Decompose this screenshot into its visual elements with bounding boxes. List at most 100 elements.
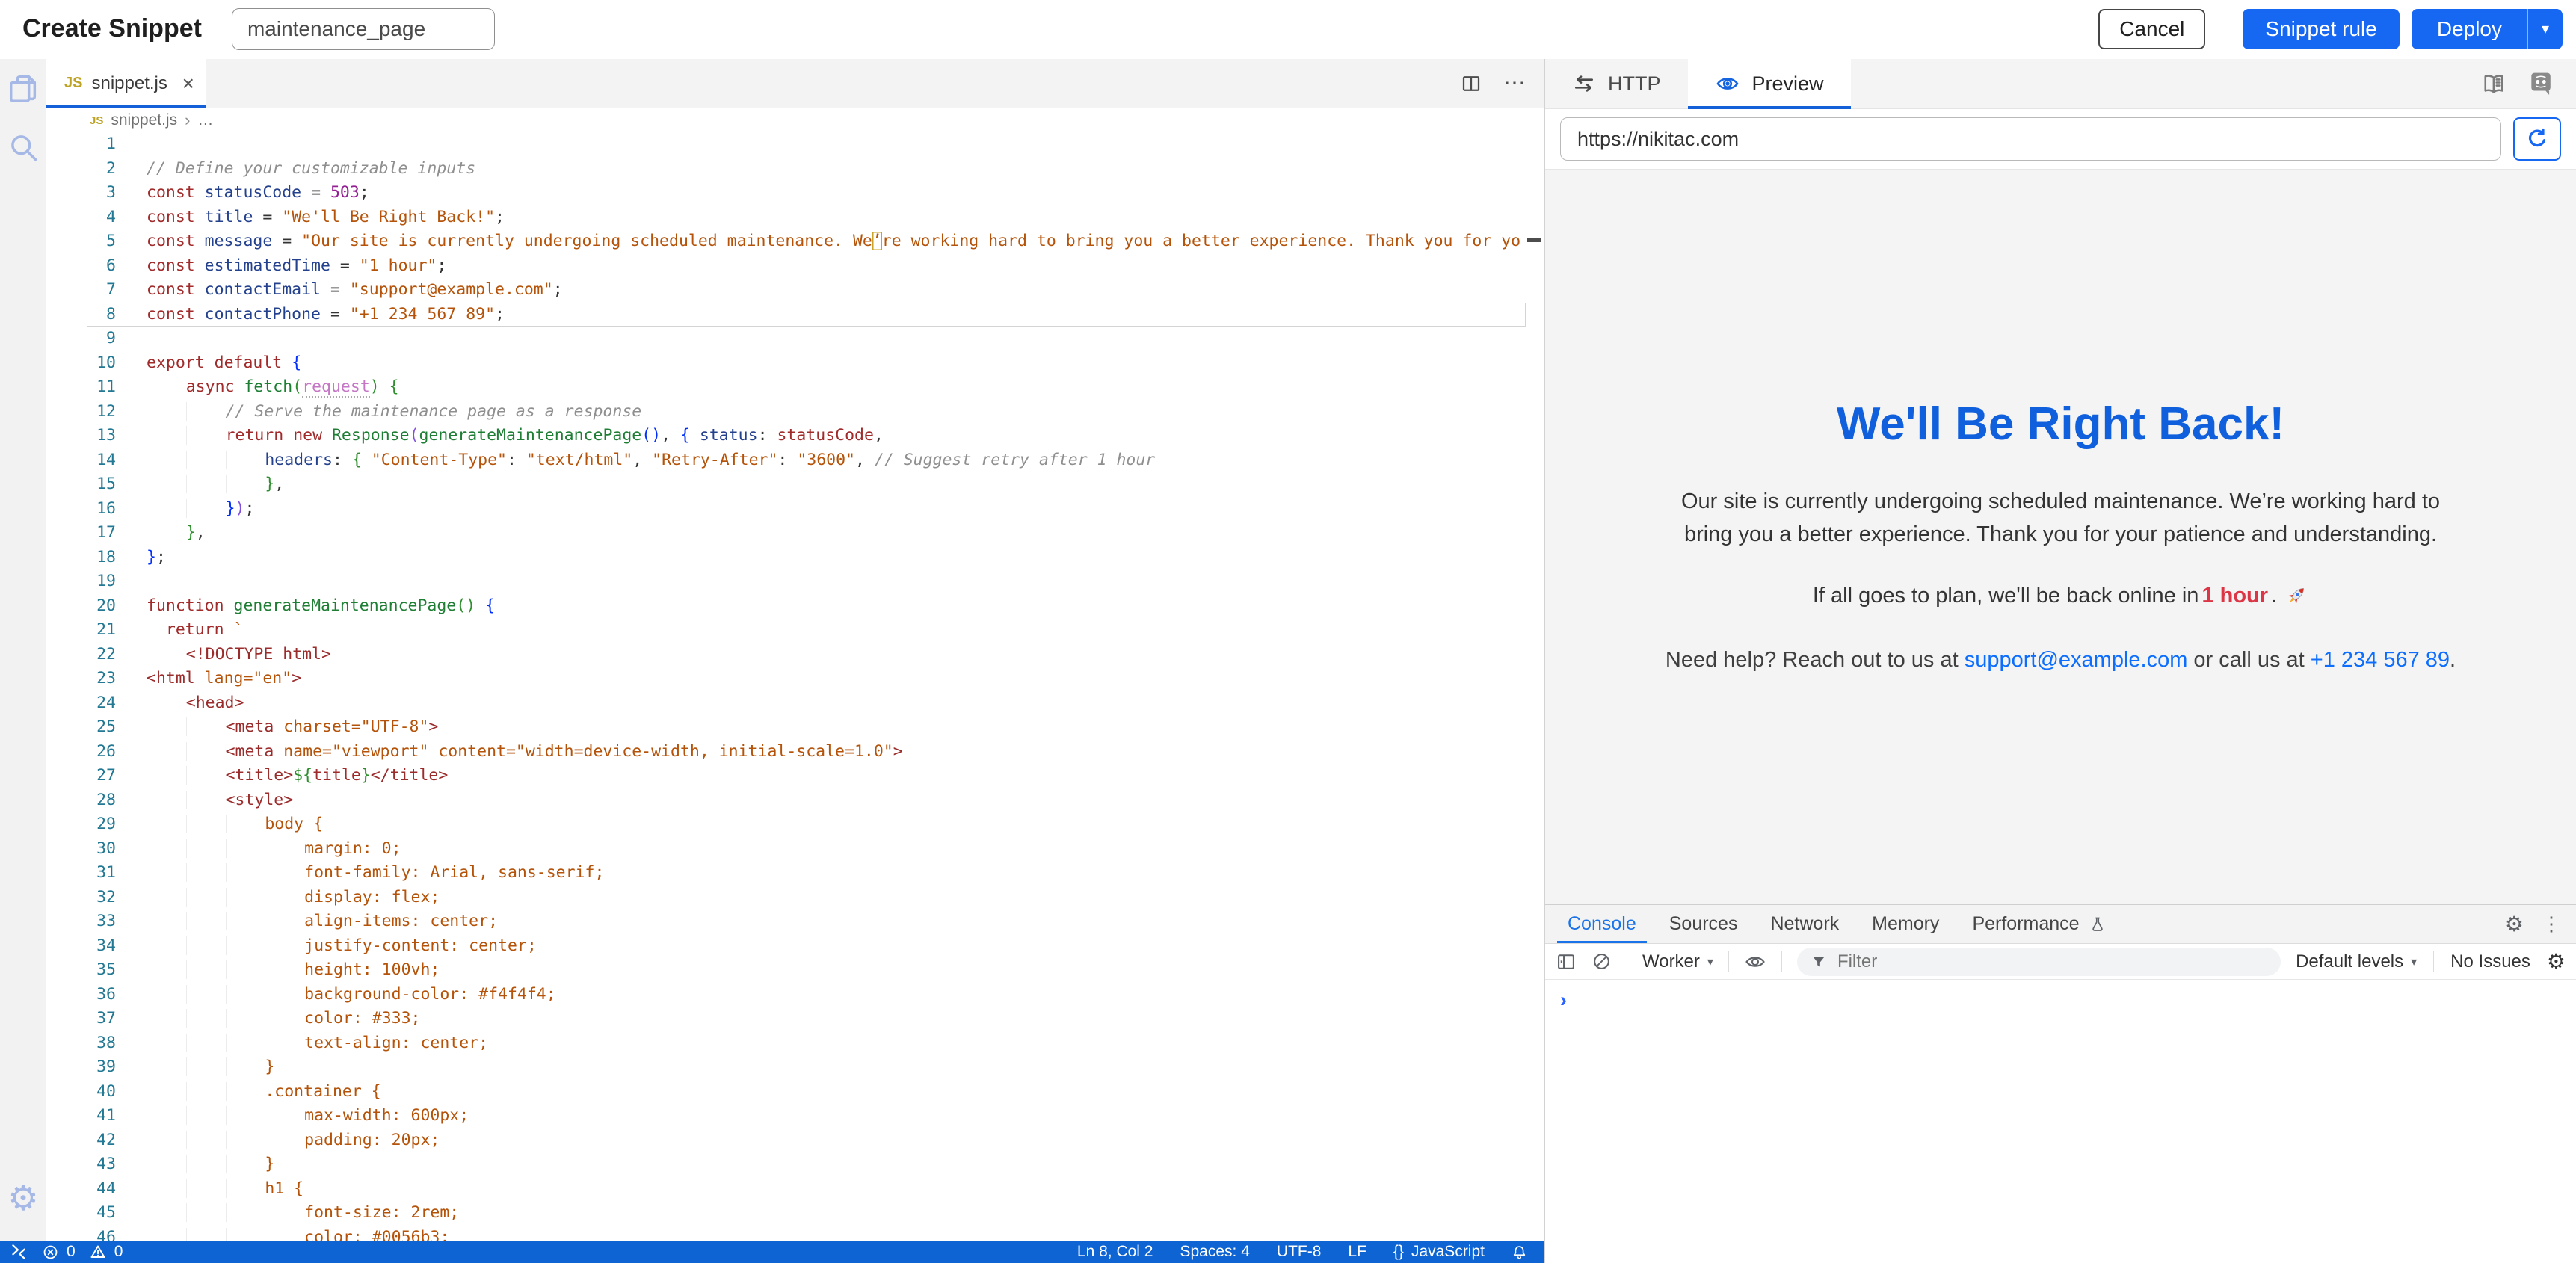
notifications-bell-icon[interactable] [1512, 1244, 1527, 1260]
code-line[interactable]: 36 background-color: #f4f4f4; [46, 983, 1544, 1007]
code-token [265, 1034, 304, 1052]
refresh-button[interactable] [2513, 117, 2561, 161]
breadcrumb-file[interactable]: snippet.js [111, 111, 177, 129]
code-line[interactable]: 29 body { [46, 812, 1544, 837]
code-line[interactable]: 23<html lang="en"> [46, 667, 1544, 691]
code-line[interactable]: 2// Define your customizable inputs [46, 157, 1544, 182]
devtools-settings-gear-icon[interactable]: ⚙ [2505, 914, 2524, 935]
code-line[interactable]: 32 display: flex; [46, 886, 1544, 910]
devtools-tab-sources[interactable]: Sources [1653, 905, 1754, 943]
code-line[interactable]: 15 }, [46, 472, 1544, 497]
code-line[interactable]: 10export default { [46, 351, 1544, 376]
tab-http[interactable]: HTTP [1545, 59, 1688, 108]
console-filter[interactable] [1797, 948, 2281, 976]
encoding[interactable]: UTF-8 [1277, 1243, 1322, 1261]
code-line[interactable]: 25 <meta charset="UTF-8"> [46, 715, 1544, 740]
code-line[interactable]: 3const statusCode = 503; [46, 181, 1544, 206]
indentation[interactable]: Spaces: 4 [1180, 1243, 1250, 1261]
code-line[interactable]: 1 [46, 132, 1544, 157]
code-line[interactable]: 40 .container { [46, 1080, 1544, 1105]
console-settings-gear-icon[interactable]: ⚙ [2547, 951, 2566, 972]
deploy-button[interactable]: Deploy [2412, 9, 2527, 49]
code-line[interactable]: 26 <meta name="viewport" content="width=… [46, 740, 1544, 765]
code-line[interactable]: 7const contactEmail = "support@example.c… [46, 278, 1544, 303]
files-icon[interactable] [0, 71, 46, 105]
code-line[interactable]: 12 // Serve the maintenance page as a re… [46, 400, 1544, 424]
eol-sequence[interactable]: LF [1348, 1243, 1366, 1261]
docs-book-icon[interactable] [2480, 70, 2507, 97]
code-line[interactable]: 45 font-size: 2rem; [46, 1201, 1544, 1226]
tab-snippet-js[interactable]: JS snippet.js × [46, 59, 206, 108]
issues-counter[interactable]: No Issues [2450, 951, 2530, 972]
search-icon[interactable] [0, 131, 46, 164]
code-line[interactable]: 6const estimatedTime = "1 hour"; [46, 254, 1544, 279]
code-line[interactable]: 31 font-family: Arial, sans-serif; [46, 861, 1544, 886]
code-line[interactable]: 13 return new Response(generateMaintenan… [46, 424, 1544, 448]
discord-chat-icon[interactable] [2527, 70, 2555, 98]
code-token [186, 1203, 226, 1222]
devtools-menu-kebab-icon[interactable]: ⋮ [2542, 912, 2561, 936]
snippet-rule-button[interactable]: Snippet rule [2243, 9, 2399, 49]
code-line[interactable]: 11 async fetch(request) { [46, 375, 1544, 400]
code-line[interactable]: 43 } [46, 1152, 1544, 1177]
phone-link[interactable]: +1 234 567 89 [2311, 648, 2450, 672]
filter-input[interactable] [1836, 951, 2267, 973]
code-line[interactable]: 37 color: #333; [46, 1007, 1544, 1031]
code-line[interactable]: 14 headers: { "Content-Type": "text/html… [46, 448, 1544, 473]
console-sidebar-toggle-icon[interactable] [1556, 951, 1577, 972]
code-line[interactable]: 16 }); [46, 497, 1544, 522]
code-line[interactable]: 18}; [46, 546, 1544, 570]
code-line[interactable]: 9 [46, 327, 1544, 351]
clear-console-icon[interactable] [1591, 951, 1612, 972]
breadcrumb[interactable]: JS snippet.js › … [46, 108, 1544, 132]
code-line[interactable]: 38 text-align: center; [46, 1031, 1544, 1056]
support-email-link[interactable]: support@example.com [1965, 648, 2188, 672]
code-line[interactable]: 24 <head> [46, 691, 1544, 716]
code-line[interactable]: 17 }, [46, 521, 1544, 546]
remote-indicator-icon[interactable] [9, 1242, 28, 1262]
devtools-tab-network[interactable]: Network [1754, 905, 1855, 943]
snippet-name-input[interactable] [232, 8, 495, 50]
code-line[interactable]: 41 max-width: 600px; [46, 1104, 1544, 1128]
code-line[interactable]: 5const message = "Our site is currently … [46, 229, 1544, 254]
code-line[interactable]: 28 <style> [46, 788, 1544, 813]
close-tab-icon[interactable]: × [182, 73, 194, 94]
split-editor-icon[interactable] [1460, 72, 1482, 95]
code-editor[interactable]: 12// Define your customizable inputs3con… [46, 132, 1544, 1241]
breadcrumb-symbol[interactable]: … [197, 111, 213, 129]
live-expression-eye-icon[interactable] [1744, 951, 1766, 973]
code-line[interactable]: 44 h1 { [46, 1177, 1544, 1202]
code-line[interactable]: 34 justify-content: center; [46, 934, 1544, 959]
log-levels-dropdown[interactable]: Default levels ▾ [2296, 951, 2417, 972]
language-mode[interactable]: {} JavaScript [1393, 1243, 1485, 1261]
devtools-tab-memory[interactable]: Memory [1855, 905, 1956, 943]
console-prompt-chevron[interactable]: › [1560, 989, 1567, 1012]
deploy-dropdown-button[interactable]: ▾ [2528, 9, 2563, 49]
code-line[interactable]: 27 <title>${title}</title> [46, 764, 1544, 788]
devtools-tab-performance[interactable]: Performance [1956, 905, 2122, 943]
code-line[interactable]: 35 height: 100vh; [46, 958, 1544, 983]
code-line[interactable]: 21 return ` [46, 618, 1544, 643]
console-messages-area[interactable]: › [1545, 980, 2576, 1263]
code-token: , [661, 426, 680, 445]
code-line[interactable]: 20function generateMaintenancePage() { [46, 594, 1544, 619]
code-line[interactable]: 30 margin: 0; [46, 837, 1544, 862]
cancel-button[interactable]: Cancel [2098, 9, 2205, 49]
code-line[interactable]: 8const contactPhone = "+1 234 567 89"; [46, 303, 1544, 327]
code-line[interactable]: 39 } [46, 1055, 1544, 1080]
code-line[interactable]: 46 color: #0056b3; [46, 1226, 1544, 1241]
devtools-tab-console[interactable]: Console [1551, 905, 1653, 943]
code-token [186, 1082, 226, 1101]
code-line[interactable]: 22 <!DOCTYPE html> [46, 643, 1544, 667]
settings-gear-icon[interactable]: ⚙ [0, 1181, 46, 1215]
code-line[interactable]: 19 [46, 569, 1544, 594]
code-line[interactable]: 42 padding: 20px; [46, 1128, 1544, 1153]
cursor-position[interactable]: Ln 8, Col 2 [1077, 1243, 1153, 1261]
tab-preview[interactable]: Preview [1688, 59, 1851, 108]
problems-summary[interactable]: 0 0 [42, 1243, 123, 1261]
more-actions-icon[interactable]: ⋯ [1503, 70, 1527, 96]
execution-context-dropdown[interactable]: Worker ▾ [1642, 951, 1713, 972]
code-line[interactable]: 4const title = "We'll Be Right Back!"; [46, 206, 1544, 230]
preview-url-input[interactable] [1560, 117, 2501, 161]
code-line[interactable]: 33 align-items: center; [46, 910, 1544, 934]
